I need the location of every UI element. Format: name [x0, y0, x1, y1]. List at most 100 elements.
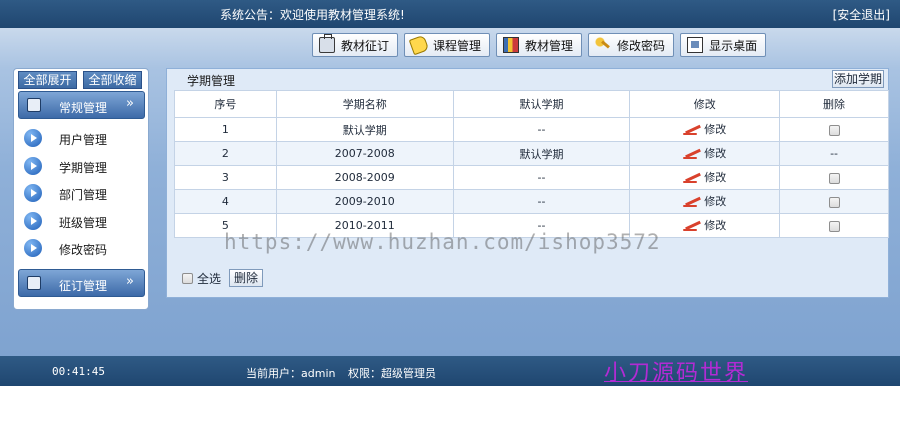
term-name: 2008-2009: [275, 165, 454, 190]
sidebar-item-label: 部门管理: [59, 188, 108, 202]
edit-label: 修改: [704, 122, 727, 136]
wrench-icon: [27, 98, 41, 112]
expand-all-button[interactable]: 全部展开: [18, 71, 77, 89]
delete-cell: [779, 213, 889, 238]
default-term: --: [452, 117, 631, 142]
status-bar: 00:41:45 当前用户：admin 权限：超级管理员: [0, 356, 900, 386]
double-chevron-right-icon: »: [126, 274, 134, 289]
textbook-management-label: 教材管理: [525, 38, 574, 53]
table-header-row: 序号 学期名称 默认学期 修改 删除: [174, 90, 889, 118]
calculator-icon: [27, 276, 41, 290]
select-all-label: 全选: [197, 271, 222, 286]
delete-checkbox[interactable]: [828, 220, 840, 232]
expand-collapse-controls: 全部展开 全部收缩: [18, 71, 142, 89]
term-management-panel: 学期管理 添加学期 序号 学期名称 默认学期 修改 删除 1 默认学期 -- 修…: [166, 68, 889, 298]
delete-checkbox[interactable]: [828, 172, 840, 184]
clipboard-icon: [319, 34, 335, 53]
column-header: 删除: [779, 90, 889, 118]
key-icon: [595, 37, 612, 53]
book-order-label: 教材征订: [341, 38, 390, 53]
pencil-icon: [683, 122, 703, 136]
edit-cell: 修改: [629, 189, 781, 214]
current-user: 当前用户：admin: [246, 367, 336, 380]
delete-cell: --: [779, 141, 889, 166]
term-name: 2009-2010: [275, 189, 454, 214]
sidebar-item-classes[interactable]: 班级管理: [22, 208, 142, 236]
default-term: --: [452, 189, 631, 214]
play-icon: [24, 129, 42, 147]
change-password-label: 修改密码: [617, 38, 666, 53]
pencil-icon: [683, 146, 703, 160]
edit-cell: 修改: [629, 165, 781, 190]
term-table: 序号 学期名称 默认学期 修改 删除 1 默认学期 -- 修改 2 2007-2…: [174, 90, 889, 238]
show-desktop-button[interactable]: 显示桌面: [680, 33, 767, 57]
edit-cell: 修改: [629, 117, 781, 142]
term-name: 默认学期: [275, 117, 454, 142]
delete-checkbox[interactable]: [828, 196, 840, 208]
clock: 00:41:45: [52, 365, 105, 378]
textbook-management-button[interactable]: 教材管理: [496, 33, 583, 57]
edit-label: 修改: [704, 146, 727, 160]
course-management-label: 课程管理: [433, 38, 482, 53]
sidebar-item-label: 班级管理: [59, 215, 108, 230]
pencil-icon: [683, 170, 703, 184]
table-row: 4 2009-2010 -- 修改: [174, 189, 889, 214]
select-all-checkbox[interactable]: [182, 272, 193, 284]
change-password-button[interactable]: 修改密码: [588, 33, 675, 57]
default-term: --: [452, 165, 631, 190]
add-term-button[interactable]: 添加学期: [832, 70, 884, 88]
sidebar-item-terms[interactable]: 学期管理: [22, 153, 142, 181]
table-row: 5 2010-2011 -- 修改: [174, 213, 889, 238]
group-routine-management[interactable]: 常规管理 »: [18, 91, 145, 119]
sidebar-item-change-password[interactable]: 修改密码: [22, 235, 142, 263]
table-row: 1 默认学期 -- 修改: [174, 117, 889, 142]
default-term: 默认学期: [452, 141, 631, 166]
delete-checkbox[interactable]: [828, 124, 840, 136]
table-row: 2 2007-2008 默认学期 修改 --: [174, 141, 889, 166]
desktop-icon: [687, 37, 704, 53]
column-header: 默认学期: [452, 90, 631, 118]
term-name: 2010-2011: [275, 213, 454, 238]
logout-link[interactable]: [安全退出]: [833, 6, 890, 23]
table-footer: 全选 删除: [182, 269, 264, 287]
pencil-icon: [683, 194, 703, 208]
edit-link[interactable]: 修改: [683, 193, 726, 209]
edit-cell: 修改: [629, 141, 781, 166]
sidebar-item-users[interactable]: 用户管理: [22, 125, 142, 153]
play-icon: [24, 211, 42, 230]
edit-link[interactable]: 修改: [683, 121, 726, 137]
panel-title: 学期管理: [187, 74, 236, 88]
column-header: 学期名称: [275, 90, 454, 118]
sidebar-item-departments[interactable]: 部门管理: [22, 180, 142, 208]
delete-button[interactable]: 删除: [229, 269, 264, 287]
edit-link[interactable]: 修改: [683, 169, 726, 185]
book-order-button[interactable]: 教材征订: [312, 33, 399, 57]
column-header: 修改: [629, 90, 781, 118]
delete-cell: [779, 165, 889, 190]
tag-icon: [408, 34, 430, 56]
user-role: 权限：超级管理员: [348, 367, 436, 380]
column-header: 序号: [174, 90, 277, 118]
brand-watermark: 小刀源码世界: [604, 361, 749, 386]
edit-link[interactable]: 修改: [683, 145, 726, 161]
row-number: 2: [174, 141, 277, 166]
system-notice: 系统公告：欢迎使用教材管理系统!: [220, 8, 405, 22]
course-management-button[interactable]: 课程管理: [404, 33, 491, 57]
row-number: 4: [174, 189, 277, 214]
nav-list: 用户管理 学期管理 部门管理 班级管理 修改密码: [22, 125, 142, 263]
sidebar-item-label: 修改密码: [59, 243, 108, 257]
books-icon: [503, 37, 520, 53]
edit-label: 修改: [704, 218, 727, 232]
group-order-management[interactable]: 征订管理 »: [18, 269, 145, 297]
double-chevron-right-icon: »: [126, 96, 134, 111]
sidebar-item-label: 用户管理: [59, 133, 108, 147]
group-order-label: 征订管理: [59, 279, 108, 293]
row-number: 5: [174, 213, 277, 238]
edit-link[interactable]: 修改: [683, 217, 726, 233]
play-icon: [24, 156, 42, 175]
sidebar: 全部展开 全部收缩 常规管理 » 用户管理 学期管理 部门管理 班级管理 修改密…: [13, 68, 149, 310]
collapse-all-button[interactable]: 全部收缩: [83, 71, 142, 89]
default-term: --: [452, 213, 631, 238]
table-row: 3 2008-2009 -- 修改: [174, 165, 889, 190]
edit-label: 修改: [704, 194, 727, 208]
